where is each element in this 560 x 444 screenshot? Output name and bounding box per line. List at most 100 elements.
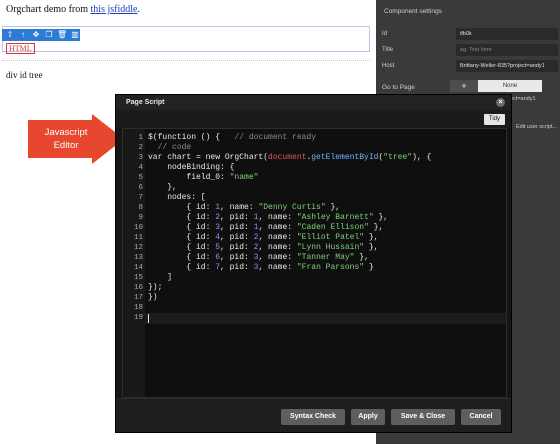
code-text[interactable]: })	[148, 293, 158, 303]
line-number: 13	[133, 254, 143, 262]
intro-prefix: Orgchart demo from	[6, 4, 91, 15]
grid-icon[interactable]: ▥	[70, 31, 80, 39]
line-number: 4	[138, 164, 143, 172]
code-text[interactable]: });	[148, 283, 162, 293]
intro-suffix: .	[137, 4, 140, 15]
code-text[interactable]: nodes: [	[148, 193, 205, 203]
code-text[interactable]: { id: 6, pid: 3, name: "Tanner May" },	[148, 253, 368, 263]
code-line[interactable]: 4 nodeBinding: {	[123, 163, 506, 173]
move-icon[interactable]: ✥	[31, 31, 41, 39]
callout-line-1: Javascript	[44, 127, 88, 138]
copy-icon[interactable]: ❐	[44, 31, 54, 39]
code-line[interactable]: 13 { id: 6, pid: 3, name: "Tanner May" }…	[123, 253, 506, 263]
code-line[interactable]: 12 { id: 5, pid: 2, name: "Lynn Hussain"…	[123, 243, 506, 253]
code-editor[interactable]: 1 $(function () { // document ready 2 // c…	[122, 128, 507, 398]
code-line[interactable]: 3 var chart = new OrgChart(document.getEl…	[123, 153, 506, 163]
line-number: 11	[133, 234, 143, 242]
modal-header: Page Script ×	[116, 95, 511, 110]
code-text[interactable]: nodeBinding: {	[148, 163, 234, 173]
code-text[interactable]: // code	[148, 143, 192, 153]
code-text[interactable]: },	[148, 183, 177, 193]
code-line[interactable]: 14 { id: 7, pid: 3, name: "Fran Parsons"…	[123, 263, 506, 273]
go-to-page-label: Go to Page	[382, 84, 415, 91]
title-field[interactable]: eg. Text here	[456, 44, 558, 56]
line-number: 16	[133, 284, 143, 292]
line-number: 19	[133, 314, 143, 322]
line-number: 6	[138, 184, 143, 192]
trash-icon[interactable]: 🗑	[57, 31, 67, 39]
code-line[interactable]: 17})	[123, 293, 506, 303]
code-line[interactable]: 6 },	[123, 183, 506, 193]
code-text[interactable]: { id: 3, pid: 1, name: "Caden Ellison" }…	[148, 223, 383, 233]
line-number: 18	[133, 304, 143, 312]
code-text[interactable]: var chart = new OrgChart(document.getEle…	[148, 153, 431, 163]
select-parent-icon[interactable]: ⇧	[5, 31, 15, 39]
code-line[interactable]: 8 { id: 1, name: "Denny Curtis" },	[123, 203, 506, 213]
settings-row-id: Id ifb0k	[382, 28, 558, 40]
javascript-editor-callout: Javascript Editor	[28, 114, 126, 164]
component-toolbar: ⇧ ↑ ✥ ❐ 🗑 ▥	[2, 29, 80, 41]
line-number: 12	[133, 244, 143, 252]
code-text[interactable]: { id: 7, pid: 3, name: "Fran Parsons" }	[148, 263, 373, 273]
tidy-button[interactable]: Tidy	[483, 114, 505, 125]
code-text[interactable]: $(function () { // document ready	[148, 133, 316, 143]
code-line[interactable]: 15 ]	[123, 273, 506, 283]
code-line[interactable]: 1 $(function () { // document ready	[123, 133, 506, 143]
arrow-up-icon[interactable]: ↑	[18, 31, 28, 39]
line-number: 10	[133, 224, 143, 232]
code-line[interactable]: 5 field_0: "name"	[123, 173, 506, 183]
code-text[interactable]: ]	[148, 273, 172, 283]
code-line[interactable]: 10 { id: 3, pid: 1, name: "Caden Ellison…	[123, 223, 506, 233]
line-number: 15	[133, 274, 143, 282]
page-script-modal: Page Script × Tidy 1 $(function () { // d…	[115, 94, 512, 433]
callout-text: Javascript Editor	[32, 126, 100, 152]
editor-toolbar: Tidy	[116, 110, 511, 128]
code-line[interactable]: 7 nodes: [	[123, 193, 506, 203]
project-text: ect=andy1	[510, 96, 536, 102]
id-label: Id	[382, 31, 388, 37]
syntax-check-button[interactable]: Syntax Check	[281, 409, 345, 425]
code-line[interactable]: 11 { id: 4, pid: 2, name: "Elliot Patel"…	[123, 233, 506, 243]
modal-footer: Syntax Check Apply Save & Close Cancel	[116, 398, 511, 432]
code-text[interactable]: field_0: "name"	[148, 173, 258, 183]
save-close-button[interactable]: Save & Close	[391, 409, 455, 425]
host-field[interactable]: Brittany-Weller-835?project=andy1	[456, 60, 558, 72]
line-number: 9	[138, 214, 143, 222]
id-field[interactable]: ifb0k	[456, 28, 558, 40]
callout-line-2: Editor	[53, 140, 79, 151]
code-line[interactable]: 2 // code	[123, 143, 506, 153]
line-number: 3	[138, 154, 143, 162]
jsfiddle-link[interactable]: this jsfiddle	[91, 4, 138, 15]
host-label: Host	[382, 63, 395, 69]
page-select[interactable]: None	[478, 80, 542, 92]
settings-title: Component settings	[384, 8, 442, 15]
close-icon[interactable]: ×	[496, 98, 505, 107]
title-label: Title	[382, 47, 394, 53]
code-text[interactable]: { id: 2, pid: 1, name: "Ashley Barnett" …	[148, 213, 388, 223]
add-page-button[interactable]: +	[450, 80, 478, 92]
line-number: 7	[138, 194, 143, 202]
apply-button[interactable]: Apply	[351, 409, 385, 425]
div-tree-text: div id tree	[6, 70, 43, 80]
html-component-chip[interactable]: HTML	[6, 43, 35, 54]
code-line[interactable]: 18	[123, 303, 506, 313]
code-line[interactable]: 19	[123, 313, 506, 323]
settings-row-host: Host Brittany-Weller-835?project=andy1	[382, 60, 558, 72]
modal-title: Page Script	[126, 99, 165, 106]
code-line[interactable]: 9 { id: 2, pid: 1, name: "Ashley Barnett…	[123, 213, 506, 223]
line-number: 2	[138, 144, 143, 152]
line-number: 14	[133, 264, 143, 272]
cancel-button[interactable]: Cancel	[461, 409, 501, 425]
settings-row-title: Title eg. Text here	[382, 44, 558, 56]
intro-text: Orgchart demo from this jsfiddle.	[6, 4, 140, 15]
code-text[interactable]: { id: 5, pid: 2, name: "Lynn Hussain" },	[148, 243, 378, 253]
line-number: 8	[138, 204, 143, 212]
code-line[interactable]: 16});	[123, 283, 506, 293]
edit-user-script-link[interactable]: Edit user script...	[516, 124, 557, 130]
dropzone-divider	[2, 60, 370, 61]
line-number: 5	[138, 174, 143, 182]
line-number: 1	[138, 134, 143, 142]
line-number: 17	[133, 294, 143, 302]
code-text[interactable]: { id: 4, pid: 2, name: "Elliot Patel" },	[148, 233, 378, 243]
code-text[interactable]: { id: 1, name: "Denny Curtis" },	[148, 203, 340, 213]
